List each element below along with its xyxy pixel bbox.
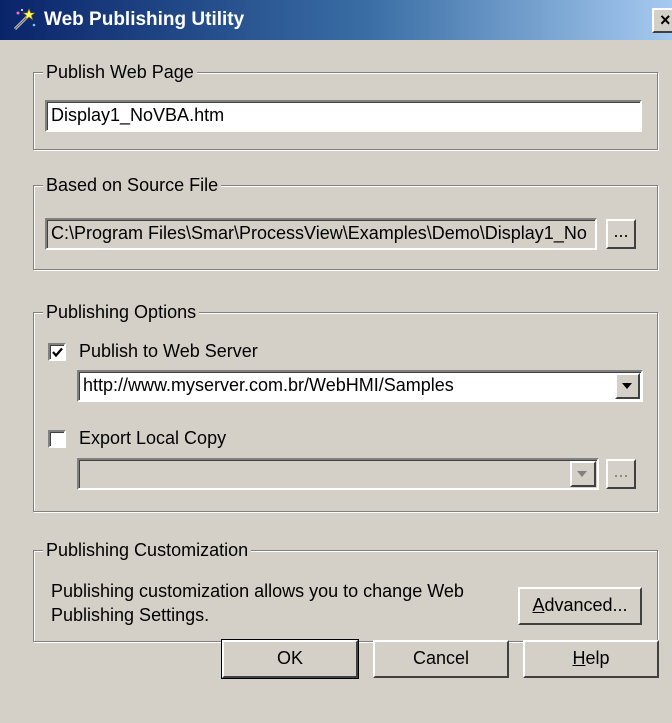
cancel-button[interactable]: Cancel bbox=[373, 640, 509, 678]
checkmark-icon bbox=[52, 347, 63, 358]
close-button[interactable]: × bbox=[652, 8, 672, 33]
local-copy-browse-label: ... bbox=[613, 461, 629, 481]
publishing-customization-group-label: Publishing Customization bbox=[43, 538, 252, 562]
chevron-down-icon bbox=[622, 383, 632, 389]
close-icon: × bbox=[660, 10, 671, 30]
title-bar[interactable]: Web Publishing Utility × bbox=[0, 0, 672, 40]
web-server-url-value: http://www.myserver.com.br/WebHMI/Sample… bbox=[83, 375, 454, 395]
web-publishing-dialog: Web Publishing Utility × Publish Web Pag… bbox=[0, 0, 672, 723]
publishing-customization-group: Publishing Customization Publishing cust… bbox=[33, 538, 658, 642]
publish-web-page-group-label: Publish Web Page bbox=[43, 60, 197, 84]
web-server-url-dropdown-button[interactable] bbox=[615, 373, 640, 399]
source-file-path-field[interactable]: C:\Program Files\Smar\ProcessView\Exampl… bbox=[45, 218, 597, 250]
web-server-url-dropdown[interactable]: http://www.myserver.com.br/WebHMI/Sample… bbox=[77, 370, 643, 402]
cancel-label: Cancel bbox=[412, 648, 470, 668]
publish-to-web-server-label[interactable]: Publish to Web Server bbox=[79, 341, 258, 362]
help-button[interactable]: Help bbox=[523, 640, 659, 678]
advanced-mnemonic: A bbox=[532, 595, 545, 615]
publishing-options-group: Publishing Options Publish to Web Server… bbox=[33, 300, 658, 512]
chevron-down-icon bbox=[577, 471, 587, 477]
window-title: Web Publishing Utility bbox=[44, 9, 245, 30]
wand-icon bbox=[10, 7, 36, 33]
ok-label: OK bbox=[276, 648, 303, 668]
customization-description-line2: Publishing Settings. bbox=[51, 605, 210, 625]
publish-web-page-group: Publish Web Page Display1_NoVBA.htm bbox=[33, 60, 658, 150]
local-copy-browse-button[interactable]: ... bbox=[606, 459, 636, 489]
source-file-group: Based on Source File C:\Program Files\Sm… bbox=[33, 173, 658, 270]
customization-description-line1: Publishing customization allows you to c… bbox=[51, 581, 464, 601]
source-file-browse-label: ... bbox=[613, 221, 629, 241]
publish-page-name-value: Display1_NoVBA.htm bbox=[51, 105, 225, 125]
advanced-label-rest: dvanced... bbox=[544, 595, 628, 615]
source-file-browse-button[interactable]: ... bbox=[606, 219, 636, 249]
local-copy-path-dropdown-button[interactable] bbox=[570, 461, 596, 487]
publishing-options-group-label: Publishing Options bbox=[43, 300, 200, 324]
help-mnemonic: H bbox=[572, 648, 586, 668]
help-label-rest: elp bbox=[585, 648, 610, 668]
source-file-path-value: C:\Program Files\Smar\ProcessView\Exampl… bbox=[51, 223, 587, 243]
source-file-group-label: Based on Source File bbox=[43, 173, 222, 197]
ok-button[interactable]: OK bbox=[221, 639, 359, 679]
advanced-button[interactable]: Advanced... bbox=[518, 587, 642, 625]
export-local-copy-checkbox[interactable] bbox=[48, 430, 66, 448]
publish-page-name-input[interactable]: Display1_NoVBA.htm bbox=[45, 100, 642, 132]
export-local-copy-label[interactable]: Export Local Copy bbox=[79, 428, 226, 449]
publish-to-web-server-checkbox[interactable] bbox=[48, 343, 66, 361]
local-copy-path-dropdown[interactable] bbox=[77, 458, 599, 490]
